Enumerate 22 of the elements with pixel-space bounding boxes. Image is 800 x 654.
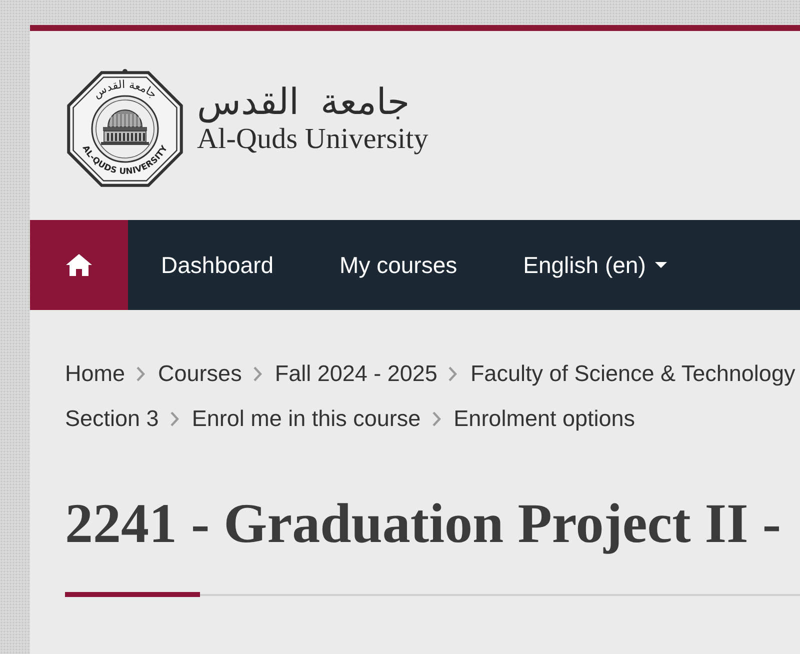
chevron-icon	[252, 366, 262, 382]
chevron-icon	[170, 410, 179, 426]
nav-link[interactable]: My courses	[306, 220, 490, 310]
page-title: 2241 - Graduation Project II -	[65, 492, 782, 557]
breadcrumb-link[interactable]: Courses	[158, 360, 242, 386]
chevron-icon	[432, 410, 441, 426]
home-icon	[66, 254, 92, 276]
caret-icon	[654, 262, 667, 268]
breadcrumb-link[interactable]: Enrol me in this course	[192, 406, 421, 432]
breadcrumb-current: Enrolment options	[454, 406, 636, 432]
chevron-icon	[136, 366, 146, 382]
breadcrumb-link[interactable]: Fall 2024 - 2025	[274, 360, 438, 386]
home-button[interactable]	[30, 220, 128, 310]
logo-arabic-name: جامعة القدس	[197, 82, 411, 122]
logo-name: Al-Quds University	[197, 122, 428, 154]
breadcrumb-link[interactable]: Section 3	[65, 406, 159, 432]
language-dropdown[interactable]: English (en)	[490, 220, 700, 310]
breadcrumb-link[interactable]: Home	[65, 360, 126, 386]
chevron-icon	[448, 366, 458, 382]
breadcrumb-link[interactable]: Faculty of Science & Technology	[470, 360, 796, 386]
nav-link[interactable]: Dashboard	[128, 220, 307, 310]
seal-text: جامعة القدس	[90, 77, 160, 101]
